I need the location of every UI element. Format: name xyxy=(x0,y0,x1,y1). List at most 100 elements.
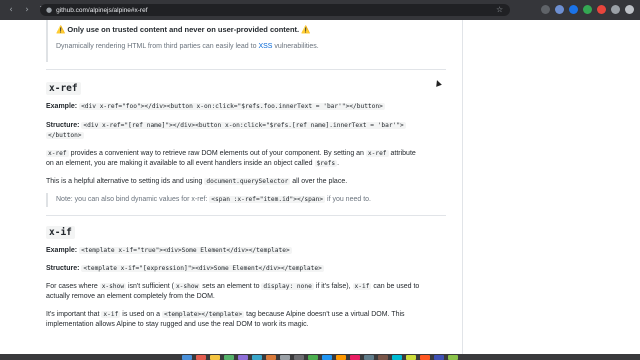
dock-app-icon[interactable] xyxy=(406,354,416,360)
x-ref-structure: Structure: <div x-ref="[ref name]"></div… xyxy=(46,121,450,131)
desc-text: sets an element to xyxy=(200,283,262,290)
desc-text: on an element, you are making it availab… xyxy=(46,160,315,167)
dock-app-icon[interactable] xyxy=(336,354,346,360)
inline-code: x-show xyxy=(99,283,127,290)
inline-code: x-ref xyxy=(46,150,69,157)
dock-app-icon[interactable] xyxy=(434,354,444,360)
example-label: Example: xyxy=(46,247,78,254)
dock-app-icon[interactable] xyxy=(280,354,290,360)
extension-icon[interactable] xyxy=(569,5,578,14)
warning-text: Dynamically rendering HTML from third pa… xyxy=(56,43,450,50)
desc-text: provides a convenient way to retrieve ra… xyxy=(68,150,366,157)
warning-text-b: vulnerabilities. xyxy=(272,43,319,50)
note-text: if you need to. xyxy=(325,196,371,203)
desc-text: if it's false), xyxy=(313,283,353,290)
extension-icons xyxy=(541,5,634,14)
xss-link[interactable]: XSS xyxy=(258,43,272,50)
warning-title: ⚠️ Only use on trusted content and never… xyxy=(56,25,311,34)
inline-code: x-if xyxy=(101,311,121,318)
x-ref-structure-line2: </button> xyxy=(46,131,450,141)
inline-code: x-ref xyxy=(365,150,389,157)
x-ref-example-code: <div x-ref="foo"></div><button x-on:clic… xyxy=(79,103,385,110)
extension-icon[interactable] xyxy=(583,5,592,14)
x-ref-note: Note: you can also bind dynamic values f… xyxy=(46,193,450,207)
section-divider xyxy=(46,69,446,70)
extension-icon[interactable] xyxy=(555,5,564,14)
dock-app-icon[interactable] xyxy=(252,354,262,360)
x-if-example: Example: <template x-if="true"><div>Some… xyxy=(46,246,450,256)
dock-app-icon[interactable] xyxy=(364,354,374,360)
inline-code: display: none xyxy=(261,283,314,290)
desc-text: This is a helpful alternative to setting… xyxy=(46,178,205,185)
desc-text: is used on a xyxy=(120,311,162,318)
dock-app-icon[interactable] xyxy=(294,354,304,360)
x-if-paragraph-1-line2: actually remove an element completely fr… xyxy=(46,292,450,302)
warning-blockquote: ⚠️ Only use on trusted content and never… xyxy=(46,20,450,62)
dock-app-icon[interactable] xyxy=(182,354,192,360)
dock-app-icon[interactable] xyxy=(224,354,234,360)
extension-icon[interactable] xyxy=(611,5,620,14)
inline-code: <template></template> xyxy=(161,311,245,318)
structure-label: Structure: xyxy=(46,122,80,129)
structure-label: Structure: xyxy=(46,265,80,272)
dock-app-icon[interactable] xyxy=(392,354,402,360)
dock-app-icon[interactable] xyxy=(196,354,206,360)
inline-code: $refs xyxy=(314,160,338,167)
dock-app-icon[interactable] xyxy=(378,354,388,360)
desc-text: isn't sufficient ( xyxy=(126,283,174,290)
address-bar[interactable]: ● github.com/alpinejs/alpine#x-ref xyxy=(40,4,510,16)
x-if-example-code: <template x-if="true"><div>Some Element<… xyxy=(79,247,292,254)
extension-icon[interactable] xyxy=(541,5,550,14)
dock-app-icon[interactable] xyxy=(308,354,318,360)
section-divider xyxy=(46,215,446,216)
x-ref-example: Example: <div x-ref="foo"></div><button … xyxy=(46,102,450,112)
page-content: ⚠️ Only use on trusted content and never… xyxy=(0,20,640,354)
desc-text: It's important that xyxy=(46,311,102,318)
x-if-structure-code: <template x-if="[expression]"><div>Some … xyxy=(81,265,324,272)
note-text: Note: you can also bind dynamic values f… xyxy=(56,196,210,203)
documentation-content: ⚠️ Only use on trusted content and never… xyxy=(46,20,450,330)
dock-app-icon[interactable] xyxy=(322,354,332,360)
desc-text: actually remove an element completely fr… xyxy=(46,293,215,300)
browser-toolbar: ‹ › ↻ ● github.com/alpinejs/alpine#x-ref… xyxy=(0,0,640,20)
desc-text: can be used to xyxy=(371,283,420,290)
x-if-paragraph-2: It's important that x-if is used on a <t… xyxy=(46,310,450,320)
x-if-heading: x-if xyxy=(46,226,75,239)
lock-icon: ● xyxy=(46,6,53,14)
dock-app-icon[interactable] xyxy=(350,354,360,360)
x-ref-description-line2: on an element, you are making it availab… xyxy=(46,159,450,169)
bookmark-star-icon[interactable]: ☆ xyxy=(496,5,503,14)
macos-dock xyxy=(0,354,640,360)
example-label: Example: xyxy=(46,103,78,110)
desc-text: all over the place. xyxy=(290,178,348,185)
desc-text: tag because Alpine doesn't use a virtual… xyxy=(244,311,405,318)
desc-text: For cases where xyxy=(46,283,100,290)
dock-app-icon[interactable] xyxy=(448,354,458,360)
desc-text: . xyxy=(337,160,340,167)
sidebar-divider xyxy=(462,20,463,354)
dock-app-icon[interactable] xyxy=(266,354,276,360)
desc-text: implementation allows Alpine to stay rug… xyxy=(46,321,309,328)
back-icon[interactable]: ‹ xyxy=(6,5,16,15)
x-ref-description: x-ref provides a convenient way to retri… xyxy=(46,149,450,159)
inline-code: document.querySelector xyxy=(204,178,291,185)
inline-code: x-show xyxy=(173,283,201,290)
inline-code: <span :x-ref="item.id"></span> xyxy=(209,196,326,203)
extension-icon[interactable] xyxy=(597,5,606,14)
x-ref-structure-code: <div x-ref="[ref name]"></div><button x-… xyxy=(81,122,406,129)
url-text: github.com/alpinejs/alpine#x-ref xyxy=(56,6,148,14)
desc-text: attribute xyxy=(388,150,416,157)
warning-text-a: Dynamically rendering HTML from third pa… xyxy=(56,43,259,50)
x-if-structure: Structure: <template x-if="[expression]"… xyxy=(46,264,450,274)
inline-code: x-if xyxy=(352,283,372,290)
forward-icon[interactable]: › xyxy=(22,5,32,15)
dock-app-icon[interactable] xyxy=(210,354,220,360)
x-if-paragraph-1: For cases where x-show isn't sufficient … xyxy=(46,282,450,292)
extension-icon[interactable] xyxy=(625,5,634,14)
x-if-paragraph-2-line2: implementation allows Alpine to stay rug… xyxy=(46,320,450,330)
dock-app-icon[interactable] xyxy=(238,354,248,360)
x-ref-structure-code-2: </button> xyxy=(46,132,84,139)
x-ref-alternative: This is a helpful alternative to setting… xyxy=(46,177,450,187)
x-ref-heading: x-ref xyxy=(46,82,81,95)
dock-app-icon[interactable] xyxy=(420,354,430,360)
